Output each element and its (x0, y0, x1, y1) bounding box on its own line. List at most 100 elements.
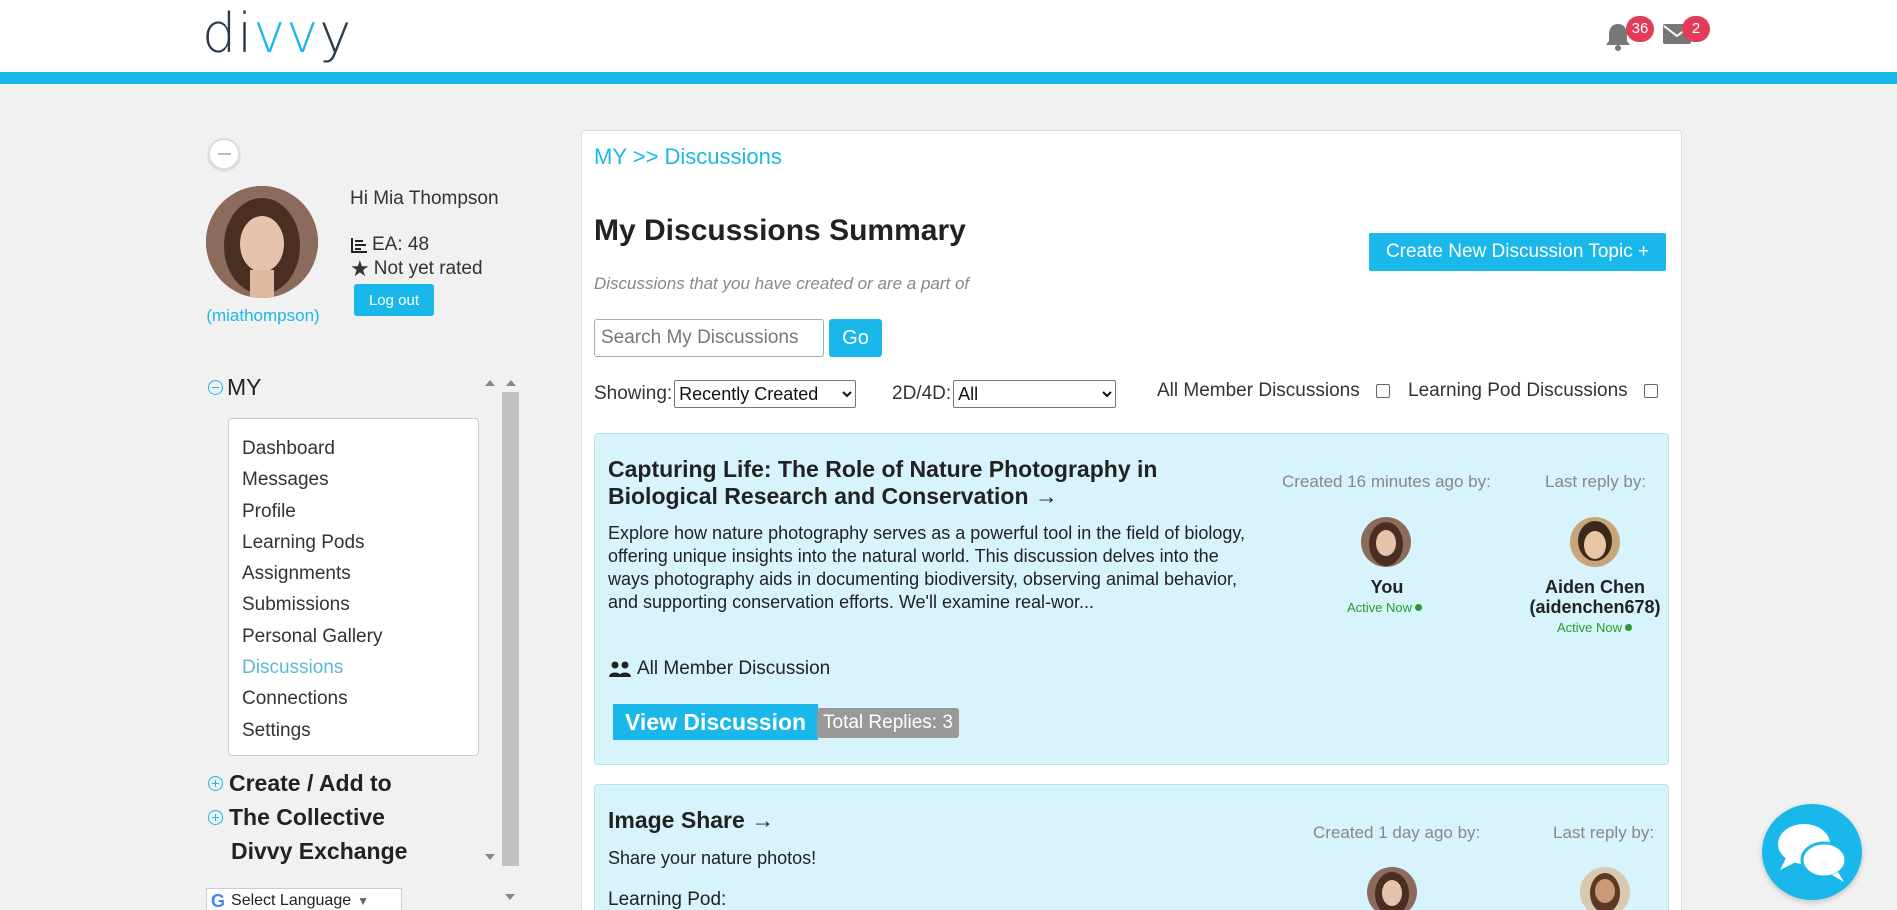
discussion-title[interactable]: Capturing Life: The Role of Nature Photo… (608, 456, 1157, 510)
nav-item-assignments[interactable]: Assignments (229, 558, 478, 589)
chat-button[interactable] (1762, 804, 1862, 900)
last-reply-status-text: Active Now (1557, 620, 1623, 635)
discussion-type-text: All Member Discussion (637, 658, 831, 679)
language-select-label: Select Language (231, 892, 352, 909)
collapse-minus-icon[interactable] (208, 380, 223, 395)
creator-avatar[interactable] (1361, 517, 1411, 567)
discussion-type: All Member Discussion (608, 658, 830, 680)
nav-section-exchange[interactable]: Divvy Exchange (231, 838, 407, 865)
created-by-label: Created 16 minutes ago by: (1282, 472, 1491, 491)
nav-section-exchange-label: Divvy Exchange (231, 838, 408, 864)
profile-rating: ★ Not yet rated (350, 258, 483, 280)
nav-item-discussions[interactable]: Discussions (229, 652, 478, 683)
page-subtitle: Discussions that you have created or are… (594, 274, 970, 293)
nav-item-personal-gallery[interactable]: Personal Gallery (229, 621, 478, 652)
profile-username[interactable]: (miathompson) (206, 306, 320, 326)
creator-avatar[interactable] (1367, 867, 1417, 910)
discussion-title-line1: Capturing Life: The Role of Nature Photo… (608, 456, 1158, 482)
nav-item-connections[interactable]: Connections (229, 683, 478, 714)
nav-section-my[interactable]: MY (208, 374, 262, 401)
expand-plus-icon[interactable] (208, 810, 223, 825)
avatar-image-icon (1367, 867, 1417, 910)
nav-item-settings[interactable]: Settings (229, 715, 478, 746)
nav-item-submissions[interactable]: Submissions (229, 589, 478, 620)
nav-section-create-label: Create / Add to (229, 770, 392, 796)
showing-label: Showing: (594, 383, 673, 404)
all-member-filter: All Member Discussions (1157, 380, 1390, 402)
nav-item-learning-pods[interactable]: Learning Pods (229, 527, 478, 558)
avatar-image-icon (1580, 867, 1630, 910)
discussion-type-text: Learning Pod: (608, 889, 727, 910)
notifications-bell[interactable]: 36 (1604, 16, 1654, 56)
arrow-right-icon: → (751, 807, 775, 833)
rating-text: Not yet rated (373, 258, 483, 279)
expand-plus-icon[interactable] (208, 776, 223, 791)
google-icon: G (211, 890, 226, 910)
scroll-down-arrow-icon[interactable] (505, 894, 515, 900)
profile-greeting: Hi Mia Thompson (350, 188, 499, 209)
learning-pod-filter: Learning Pod Discussions (1408, 380, 1658, 402)
top-header: divvy 36 2 (0, 0, 1897, 72)
last-reply-avatar[interactable] (1570, 517, 1620, 567)
nav-item-profile[interactable]: Profile (229, 496, 478, 527)
nav-item-dashboard[interactable]: Dashboard (229, 433, 478, 464)
search-discussions-input[interactable] (594, 319, 824, 357)
last-reply-handle: (aidenchen678) (1529, 597, 1661, 617)
discussion-title-line1: Image Share (608, 807, 745, 833)
messages-badge: 2 (1682, 16, 1710, 42)
my-nav-list: Dashboard Messages Profile Learning Pods… (228, 418, 479, 756)
ea-score-text: EA: 48 (372, 234, 430, 255)
discussion-card: Capturing Life: The Role of Nature Photo… (594, 433, 1669, 765)
dimension-filter: 2D/4D: All (892, 380, 1117, 408)
ea-score: EA: 48 (350, 234, 429, 256)
chat-bubbles-icon (1778, 824, 1848, 882)
creator-status: Active Now (1347, 600, 1423, 615)
divvy-logo[interactable]: divvy (202, 2, 352, 66)
online-dot-icon (1625, 624, 1633, 631)
header-stripe (0, 72, 1897, 84)
arrow-right-icon: → (1034, 483, 1058, 509)
page-title: My Discussions Summary (594, 214, 966, 247)
discussion-description: Explore how nature photography serves as… (608, 523, 1246, 612)
showing-select[interactable]: Recently Created (674, 380, 857, 408)
discussion-title[interactable]: Image Share → (608, 807, 774, 834)
scroll-up-arrow-icon[interactable] (506, 380, 516, 386)
last-reply-display-name: Aiden Chen (1544, 577, 1645, 597)
discussion-title-line2: Biological Research and Conservation (608, 483, 1029, 509)
logout-button[interactable]: Log out (354, 284, 434, 316)
breadcrumb[interactable]: MY >> Discussions (594, 144, 782, 170)
dimension-select[interactable]: All (953, 380, 1117, 408)
total-replies-badge: Total Replies: 3 (817, 708, 959, 738)
language-select[interactable]: G Select Language ▼ (206, 888, 402, 910)
avatar-image-icon (1361, 517, 1411, 567)
dimension-label: 2D/4D: (892, 383, 952, 404)
search-go-button[interactable]: Go (829, 319, 882, 357)
all-member-label: All Member Discussions (1157, 380, 1360, 401)
learning-pod-label: Learning Pod Discussions (1408, 380, 1628, 401)
nav-section-collective[interactable]: The Collective (208, 804, 385, 831)
scroll-up-arrow-icon[interactable] (485, 380, 495, 386)
creator-name[interactable]: You (1335, 577, 1439, 597)
collapse-sidebar-button[interactable] (208, 138, 240, 170)
scroll-down-arrow-icon[interactable] (485, 854, 495, 860)
notifications-badge: 36 (1626, 16, 1654, 42)
last-reply-status: Active Now (1557, 620, 1633, 635)
learning-pod-checkbox[interactable] (1643, 384, 1658, 398)
profile-avatar[interactable] (206, 186, 318, 298)
star-icon: ★ (350, 256, 370, 281)
view-discussion-button[interactable]: View Discussion (613, 704, 819, 740)
last-reply-name[interactable]: Aiden Chen (aidenchen678) (1515, 577, 1675, 617)
last-reply-avatar[interactable] (1580, 867, 1630, 910)
create-discussion-button[interactable]: Create New Discussion Topic + (1369, 233, 1666, 271)
dropdown-arrow-icon: ▼ (357, 894, 370, 908)
messages-envelope[interactable]: 2 (1662, 16, 1710, 56)
last-reply-label: Last reply by: (1553, 823, 1655, 842)
nav-section-title: MY (227, 374, 262, 400)
showing-filter: Showing: Recently Created (594, 380, 857, 408)
avatar-image-icon (206, 186, 318, 298)
sidebar-scrollbar[interactable] (502, 392, 519, 866)
nav-section-create[interactable]: Create / Add to (208, 770, 392, 797)
avatar-image-icon (1570, 517, 1620, 567)
all-member-checkbox[interactable] (1375, 384, 1390, 398)
nav-item-messages[interactable]: Messages (229, 464, 478, 495)
